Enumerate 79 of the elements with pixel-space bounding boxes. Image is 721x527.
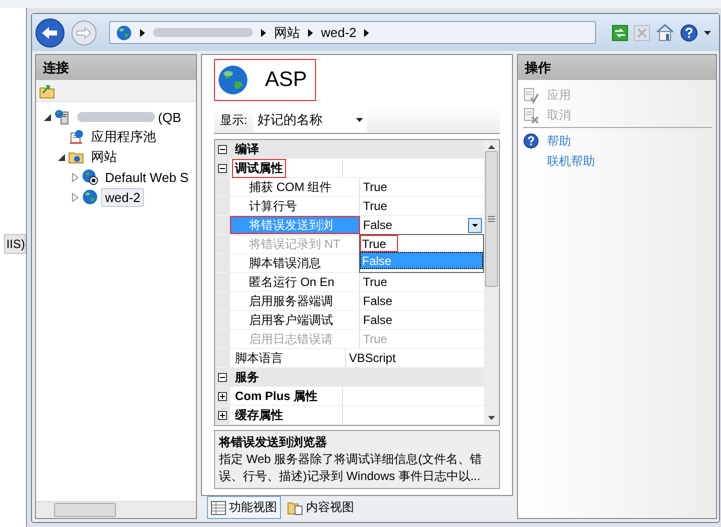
property-value: True [363, 180, 388, 194]
server-icon [54, 109, 70, 125]
breadcrumb-arrow-icon[interactable] [261, 28, 266, 36]
expand-icon[interactable] [218, 392, 227, 400]
feature-title: ASP [265, 68, 308, 92]
action-link[interactable]: 帮助 [547, 132, 571, 150]
address-bar[interactable]: 网站 wed-2 [109, 21, 596, 44]
dropdown-button-icon[interactable] [468, 218, 482, 232]
refresh-icon[interactable] [612, 24, 628, 40]
vertical-scrollbar[interactable] [484, 140, 499, 425]
tree-item[interactable]: Default Web S [101, 168, 193, 186]
scrollbar-thumb[interactable] [485, 151, 498, 287]
tree-item[interactable]: wed-2 [101, 188, 144, 206]
property-name[interactable]: 计算行号 [230, 197, 360, 215]
display-label: 显示: [220, 112, 248, 128]
scroll-down-arrow-icon[interactable] [488, 416, 495, 420]
view-tab[interactable]: 内容视图 [283, 496, 358, 519]
help-icon [523, 133, 539, 149]
collapse-icon[interactable] [218, 372, 227, 382]
description-title: 将错误发送到浏览器 [219, 434, 328, 451]
description-text: 指定 Web 服务器除了将调试详细信息(文件名、错误、行号、描述)记录到 Windows 事件日志中以... [219, 451, 484, 485]
action-link[interactable]: 联机帮助 [547, 152, 595, 170]
collapse-icon[interactable] [218, 164, 227, 172]
breadcrumb-item[interactable]: wed-2 [321, 25, 356, 40]
expand-icon[interactable] [218, 410, 227, 420]
folder-document-icon [287, 500, 303, 515]
display-dropdown[interactable]: 好记的名称 [253, 108, 368, 132]
expand-arrow-icon[interactable] [72, 192, 79, 202]
property-group-label[interactable]: Com Plus 属性 [232, 386, 321, 406]
dropdown-option[interactable]: True [360, 235, 398, 252]
table-icon [211, 500, 226, 514]
property-name[interactable]: 匿名运行 On En [230, 273, 360, 291]
help-icon[interactable] [680, 24, 698, 42]
horizontal-scrollbar[interactable] [36, 501, 196, 518]
property-name[interactable]: 捕获 COM 组件 [230, 178, 360, 196]
connect-icon[interactable] [39, 82, 55, 98]
breadcrumb-item[interactable]: 网站 [274, 24, 300, 42]
window-tab[interactable]: IIS) [4, 234, 26, 254]
grip-icon [488, 216, 495, 222]
property-group-label[interactable]: 调试属性 [232, 158, 286, 178]
category-label: 服务 [234, 368, 259, 386]
category-label: 编译 [234, 140, 259, 158]
caret-icon[interactable] [704, 30, 711, 34]
expand-arrow-icon[interactable] [72, 172, 79, 182]
collapse-arrow-icon[interactable] [58, 154, 65, 160]
document-check-icon [523, 86, 539, 104]
breadcrumb-arrow-icon[interactable] [140, 28, 145, 36]
property-value: False [363, 294, 392, 308]
property-name[interactable]: 启用客户端调试 [230, 311, 360, 329]
tree-item[interactable]: 网站 [87, 146, 121, 168]
property-value: VBScript [349, 351, 396, 365]
property-name[interactable]: 启用服务器端调 [230, 292, 360, 310]
property-name[interactable]: 脚本语言 [230, 349, 346, 367]
tree-item[interactable]: 应用程序池 [87, 126, 160, 148]
document-cross-icon [523, 106, 539, 124]
property-value: True [363, 275, 388, 289]
view-tab[interactable]: 功能视图 [207, 496, 281, 519]
breadcrumb-arrow-icon[interactable] [308, 28, 313, 36]
property-value: True [363, 332, 388, 346]
value-combobox[interactable]: False [363, 216, 484, 234]
panel-title: 连接 [43, 58, 69, 76]
property-value: True [363, 199, 388, 213]
globe-icon [116, 24, 132, 40]
panel-title: 操作 [525, 58, 551, 76]
home-icon[interactable] [656, 24, 674, 41]
collapse-arrow-icon[interactable] [44, 114, 51, 120]
breadcrumb-arrow-icon[interactable] [364, 28, 370, 36]
caret-icon [356, 118, 364, 122]
property-name[interactable]: 脚本错误消息 [230, 254, 360, 272]
globe-icon [217, 64, 249, 96]
back-button-icon[interactable] [35, 18, 65, 48]
app-pool-icon [68, 129, 84, 145]
stopped-site-icon [82, 169, 98, 185]
scroll-up-arrow-icon[interactable] [488, 145, 495, 149]
globe-icon [82, 189, 98, 205]
tree-item[interactable]: (QB [73, 108, 186, 126]
property-group-label[interactable]: 缓存属性 [232, 406, 286, 424]
property-value: False [363, 313, 392, 327]
collapse-icon[interactable] [218, 144, 227, 154]
